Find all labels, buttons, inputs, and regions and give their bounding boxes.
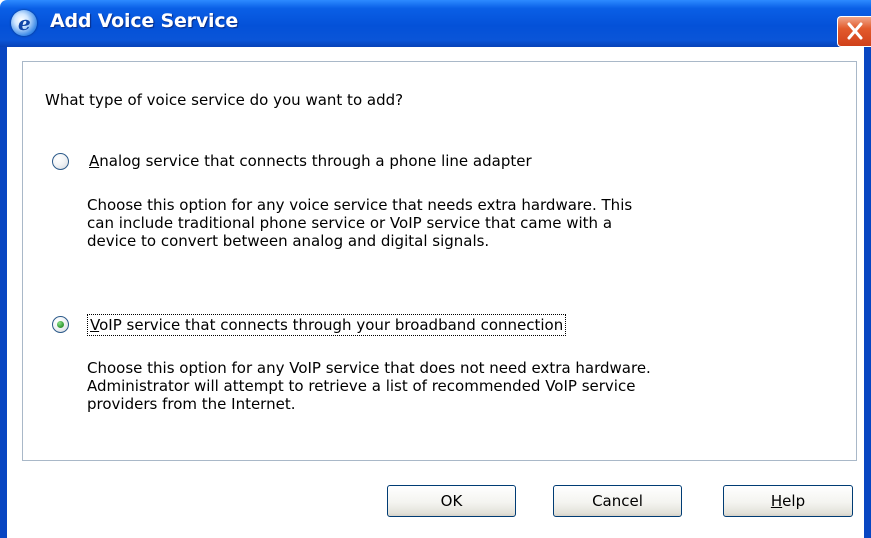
- add-voice-service-dialog: e Add Voice Service What type of voice s…: [0, 0, 871, 538]
- voip-description-line: Administrator will attempt to retrieve a…: [87, 377, 636, 395]
- voip-service-radio[interactable]: [52, 316, 69, 333]
- analog-label-text: nalog service that connects through a ph…: [99, 152, 532, 170]
- analog-service-radio[interactable]: [52, 153, 69, 170]
- window-frame-left: [0, 47, 7, 538]
- voip-description-line: Choose this option for any VoIP service …: [87, 359, 651, 377]
- ok-button[interactable]: OK: [387, 485, 516, 517]
- help-label-text: elp: [782, 492, 806, 510]
- voip-mnemonic: V: [90, 316, 100, 334]
- window-title: Add Voice Service: [50, 10, 239, 32]
- help-mnemonic: H: [770, 492, 783, 510]
- analog-service-label[interactable]: Analog service that connects through a p…: [89, 152, 532, 170]
- window-frame-right: [864, 47, 871, 538]
- ie-e-icon: e: [11, 10, 37, 36]
- analog-description-line: device to convert between analog and dig…: [87, 232, 490, 250]
- app-icon-letter: e: [18, 11, 31, 35]
- voip-service-description: Choose this option for any VoIP service …: [87, 359, 651, 413]
- analog-description-line: Choose this option for any voice service…: [87, 196, 633, 214]
- cancel-button[interactable]: Cancel: [553, 485, 682, 517]
- question-text: What type of voice service do you want t…: [45, 91, 404, 109]
- analog-service-description: Choose this option for any voice service…: [87, 196, 632, 250]
- close-button[interactable]: [837, 16, 871, 47]
- voip-service-label[interactable]: VoIP service that connects through your …: [86, 314, 567, 336]
- analog-description-line: can include traditional phone service or…: [87, 214, 613, 232]
- voip-label-text: oIP service that connects through your b…: [99, 316, 564, 334]
- voip-description-line: providers from the Internet.: [87, 395, 296, 413]
- title-bar[interactable]: e Add Voice Service: [0, 0, 871, 47]
- radio-selected-dot: [57, 321, 64, 328]
- dialog-client-area: [7, 47, 864, 538]
- analog-mnemonic: A: [89, 152, 100, 170]
- help-button[interactable]: Help: [723, 485, 853, 517]
- close-x-icon: [847, 22, 863, 40]
